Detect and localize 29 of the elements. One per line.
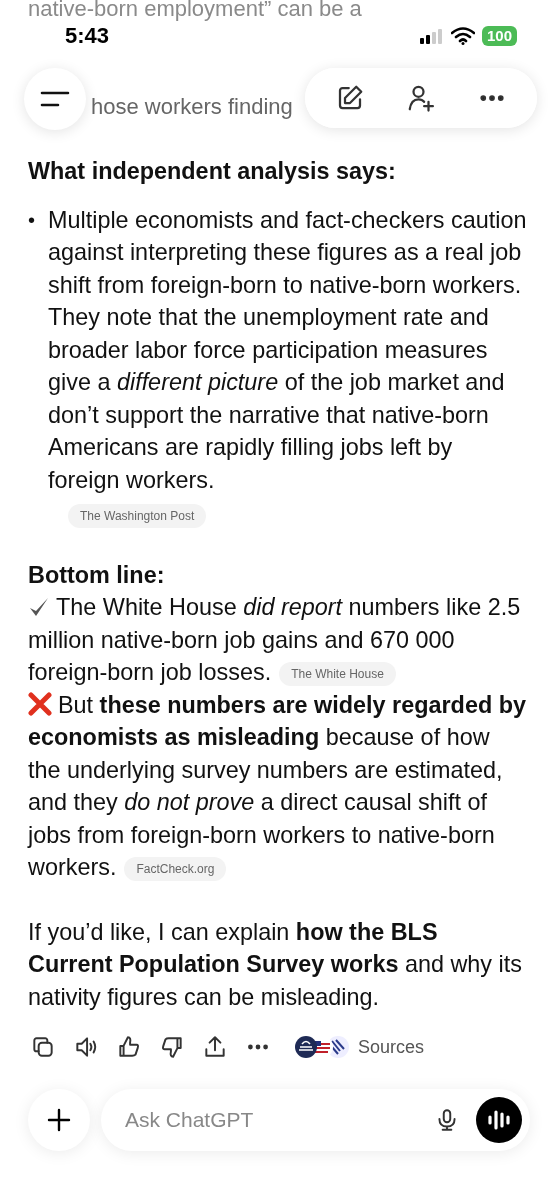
wifi-icon bbox=[450, 27, 475, 45]
source-chip[interactable]: The Washington Post bbox=[68, 503, 207, 528]
add-person-icon[interactable] bbox=[406, 83, 436, 113]
source-chip[interactable]: The White House bbox=[279, 661, 396, 686]
thumbs-up-icon[interactable] bbox=[116, 1034, 142, 1060]
plus-icon bbox=[47, 1108, 71, 1132]
cross-mark-icon bbox=[28, 691, 52, 716]
thumbs-down-icon[interactable] bbox=[159, 1034, 185, 1060]
waveform-icon bbox=[487, 1109, 511, 1131]
message-field[interactable]: Ask ChatGPT bbox=[123, 1107, 418, 1133]
section-heading: Bottom line: bbox=[28, 560, 165, 590]
bullet-icon: • bbox=[28, 203, 48, 531]
bottom-line-paragraph: The White House did report numbers like 2.5 million native-born job gains and 670 000 foreign-born job losses. The White House bbox=[28, 593, 522, 688]
sources-button[interactable]: Sources bbox=[294, 1035, 425, 1059]
faded-text-line: native-born employment” can be a bbox=[28, 0, 362, 23]
menu-icon bbox=[40, 89, 70, 109]
source-favicons-icon bbox=[294, 1035, 350, 1059]
copy-icon[interactable] bbox=[30, 1034, 56, 1060]
followup-paragraph: If you’d like, I can explain how the BLS Current Population Survey works and why its nativity figures can be misleading. bbox=[28, 917, 523, 1012]
battery-level: 100 bbox=[481, 26, 517, 46]
bullet-paragraph: Multiple economists and fact-checkers caution against interpreting these figures as a real job shift from foreign-born to native-born workers. They note that the unemployment rate and broader labor force participation measures give a different picture of the job market and don’t support the narrative that native-born Americans are rapidly filling jobs left by foreign workers. bbox=[48, 205, 527, 495]
status-time: 5:43 bbox=[65, 23, 110, 49]
voice-button[interactable] bbox=[476, 1097, 522, 1143]
bottom-line-paragraph: But these numbers are widely regarded by economists as misleading because of how the underlying survey numbers are estimated, and they do not prove a direct causal shift of jobs from foreign-born workers to native-born workers. FactCheck.org bbox=[28, 690, 527, 883]
source-chip[interactable]: FactCheck.org bbox=[124, 856, 227, 881]
share-icon[interactable] bbox=[202, 1034, 228, 1060]
signal-icon bbox=[419, 28, 444, 44]
section-heading: What independent analysis says: bbox=[28, 157, 396, 186]
faded-text-line: hose workers finding bbox=[91, 92, 293, 121]
